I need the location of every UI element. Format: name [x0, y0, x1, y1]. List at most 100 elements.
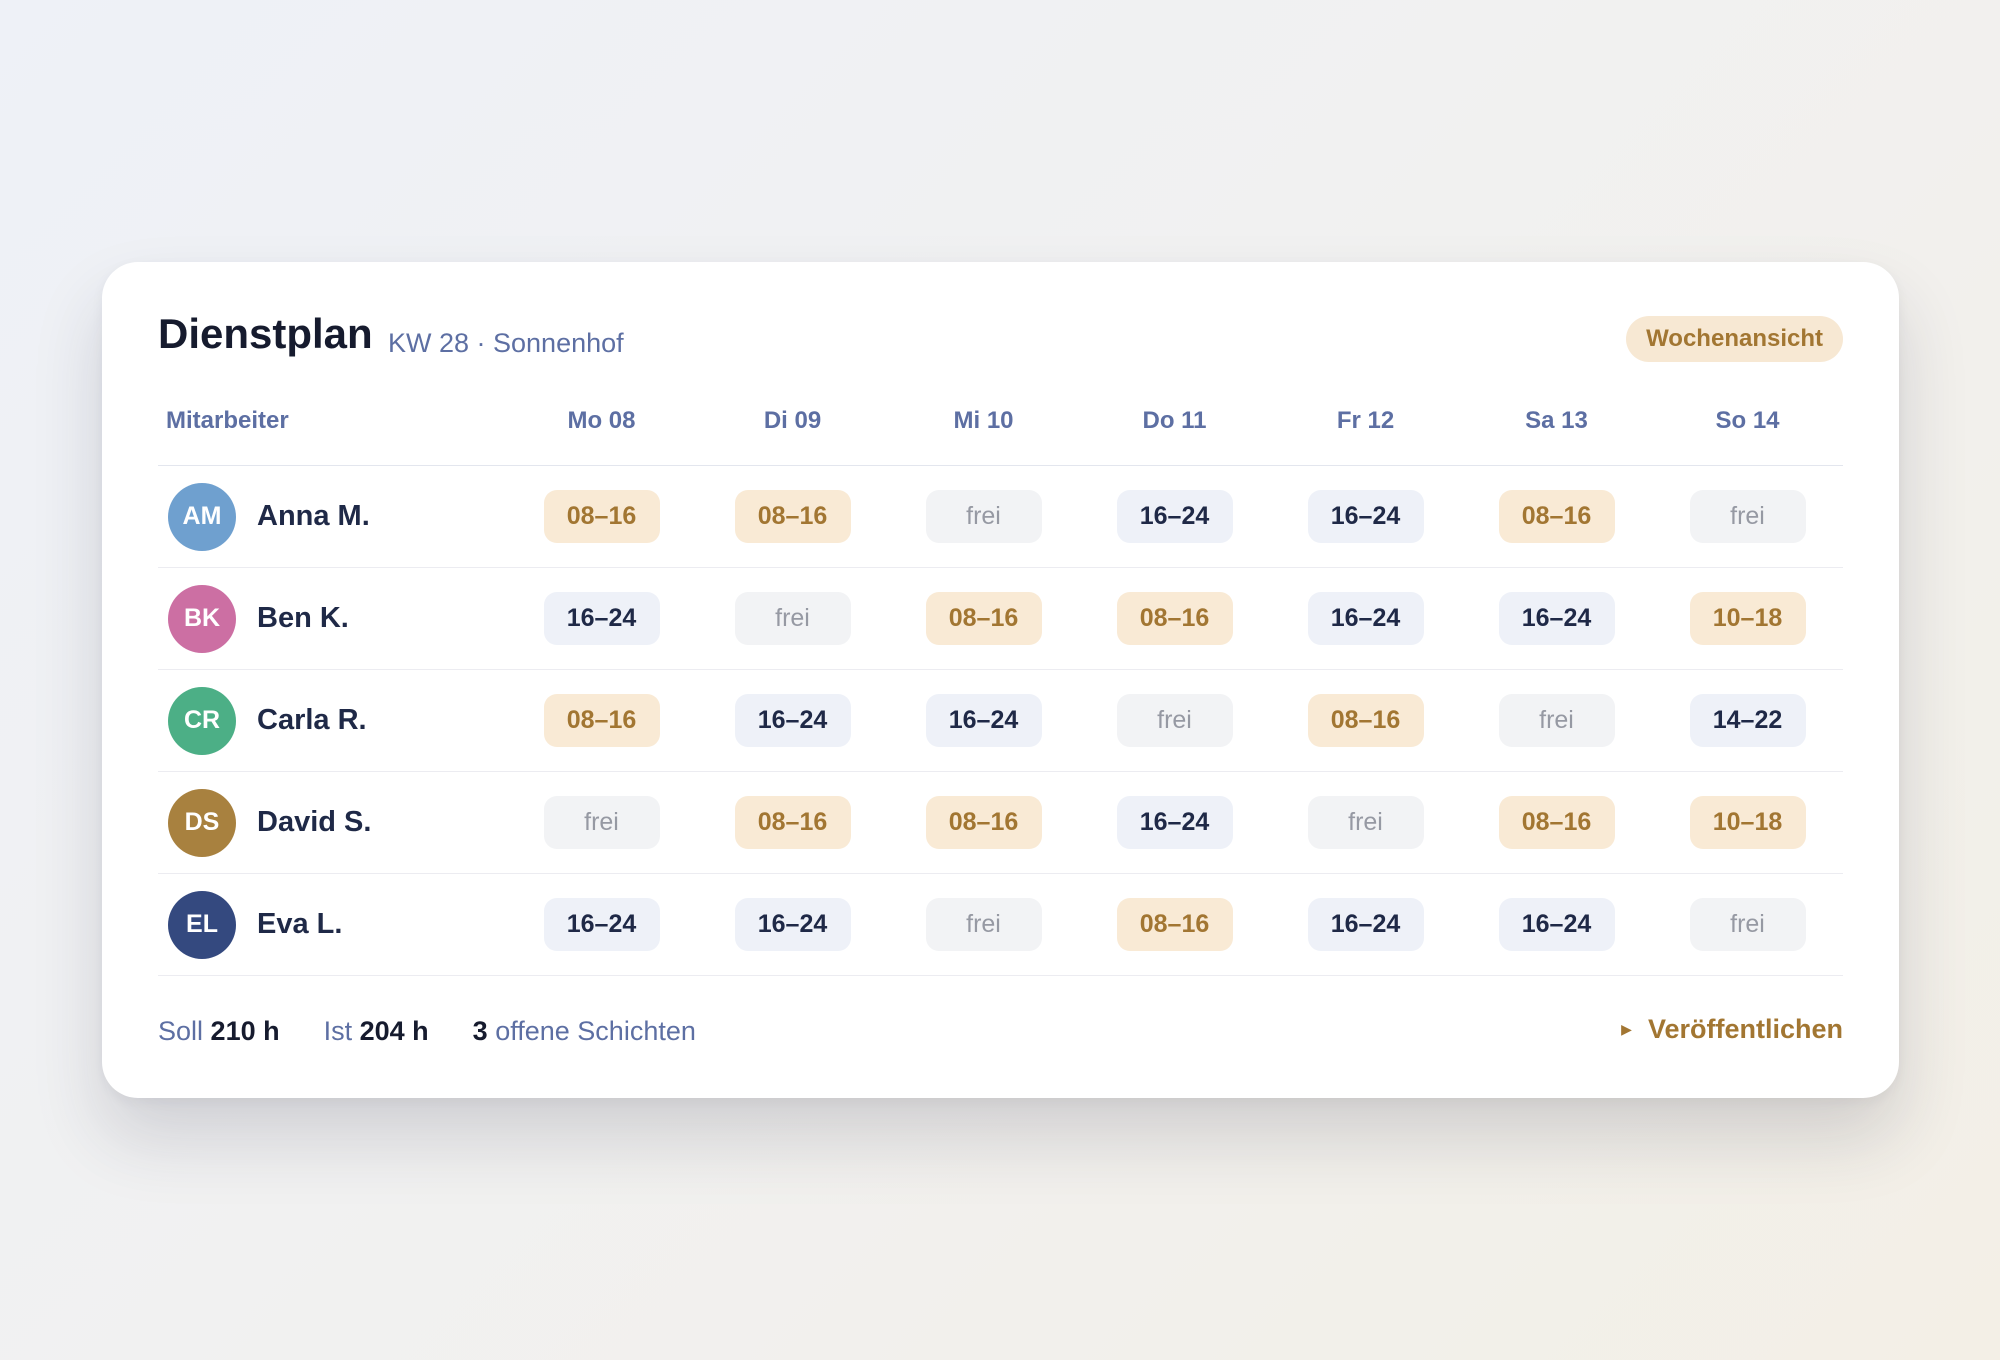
day-header: Sa 13	[1461, 407, 1652, 466]
shift-cell: 16–24	[1461, 567, 1652, 670]
shift-cell: 08–16	[1079, 873, 1270, 976]
shift-cell: 16–24	[888, 669, 1079, 772]
shift-chip[interactable]: 14–22	[1689, 694, 1806, 747]
employee: CR Carla R.	[158, 686, 506, 755]
shift-cell: 08–16	[506, 465, 697, 568]
shift-chip[interactable]: frei	[1307, 796, 1424, 849]
shift-cell: 08–16	[1079, 567, 1270, 670]
shift-chip[interactable]: 16–24	[1116, 490, 1233, 543]
shift-chip[interactable]: frei	[1116, 694, 1233, 747]
shift-chip[interactable]: 08–16	[543, 490, 660, 543]
avatar: BK	[168, 584, 236, 653]
shift-cell: 08–16	[1270, 669, 1461, 772]
shift-chip[interactable]: 16–24	[1116, 796, 1233, 849]
shift-cell: 10–18	[1652, 771, 1843, 874]
shift-chip[interactable]: 16–24	[543, 898, 660, 951]
shift-chip[interactable]: 08–16	[1116, 898, 1233, 951]
employee: BK Ben K.	[158, 584, 506, 653]
actual-hours-value: 204 h	[359, 1016, 429, 1046]
day-header: Mi 10	[888, 407, 1079, 466]
open-shifts-count: 3	[472, 1016, 488, 1046]
shift-chip[interactable]: 08–16	[1498, 796, 1615, 849]
avatar: AM	[168, 482, 236, 551]
shift-chip[interactable]: frei	[1689, 490, 1806, 543]
shift-cell: frei	[888, 465, 1079, 568]
shift-chip[interactable]: 10–18	[1689, 592, 1806, 645]
employee-cell: BK Ben K.	[158, 567, 506, 670]
shift-cell: frei	[1079, 669, 1270, 772]
employee-cell: CR Carla R.	[158, 669, 506, 772]
shift-chip[interactable]: 08–16	[543, 694, 660, 747]
avatar: EL	[168, 890, 236, 959]
employee-cell: EL Eva L.	[158, 873, 506, 976]
open-shifts: 3 offene Schichten	[473, 1016, 696, 1047]
day-header: So 14	[1652, 407, 1843, 466]
week-view-button[interactable]: Wochenansicht	[1626, 316, 1843, 362]
publish-label: Veröffentlichen	[1647, 1014, 1843, 1044]
schedule-rows: AM Anna M. 08–16 08–16 frei 16–24 16–24 08–16 fr…	[158, 465, 1843, 976]
shift-cell: frei	[1270, 771, 1461, 874]
open-shifts-label: offene Schichten	[495, 1016, 696, 1046]
page-title: Dienstplan	[158, 310, 373, 357]
shift-chip[interactable]: 08–16	[1498, 490, 1615, 543]
employee-column-header: Mitarbeiter	[158, 407, 506, 466]
table-row: CR Carla R. 08–16 16–24 16–24 frei 08–16 frei 14…	[158, 669, 1843, 772]
shift-cell: 08–16	[697, 465, 888, 568]
shift-cell: 16–24	[1270, 465, 1461, 568]
shift-chip[interactable]: frei	[925, 490, 1042, 543]
shift-chip[interactable]: 08–16	[925, 592, 1042, 645]
shift-chip[interactable]: frei	[734, 592, 851, 645]
actual-hours-label: Ist	[323, 1016, 353, 1046]
shift-chip[interactable]: 16–24	[1498, 592, 1615, 645]
shift-chip[interactable]: 16–24	[1307, 490, 1424, 543]
shift-chip[interactable]: frei	[543, 796, 660, 849]
shift-cell: frei	[1652, 465, 1843, 568]
employee-name: David S.	[257, 806, 372, 838]
shift-chip[interactable]: 08–16	[1116, 592, 1233, 645]
play-triangle-icon: ▶	[1621, 1021, 1632, 1037]
shift-chip[interactable]: 16–24	[925, 694, 1042, 747]
publish-button[interactable]: ▶ Veröffentlichen	[1621, 1014, 1843, 1045]
shift-chip[interactable]: 08–16	[734, 796, 851, 849]
table-row: AM Anna M. 08–16 08–16 frei 16–24 16–24 08–16 fr…	[158, 465, 1843, 568]
shift-chip[interactable]: 16–24	[734, 898, 851, 951]
page-subtitle: KW 28 · Sonnenhof	[388, 328, 624, 358]
employee: EL Eva L.	[158, 890, 506, 959]
target-hours-label: Soll	[158, 1016, 204, 1046]
shift-cell: 08–16	[506, 669, 697, 772]
shift-chip[interactable]: 16–24	[1307, 898, 1424, 951]
avatar: CR	[168, 686, 236, 755]
employee: AM Anna M.	[158, 482, 506, 551]
hours-summary: Soll 210 h Ist 204 h 3 offene Schichten	[158, 1016, 740, 1047]
shift-cell: 14–22	[1652, 669, 1843, 772]
shift-chip[interactable]: frei	[925, 898, 1042, 951]
shift-chip[interactable]: 08–16	[734, 490, 851, 543]
card-footer: Soll 210 h Ist 204 h 3 offene Schichten …	[158, 976, 1843, 1086]
shift-chip[interactable]: frei	[1498, 694, 1615, 747]
shift-chip[interactable]: 08–16	[925, 796, 1042, 849]
shift-cell: 08–16	[1461, 771, 1652, 874]
shift-chip[interactable]: frei	[1689, 898, 1806, 951]
shift-chip[interactable]: 16–24	[734, 694, 851, 747]
shift-cell: 16–24	[697, 873, 888, 976]
shift-cell: 08–16	[888, 771, 1079, 874]
table-header-row: Mitarbeiter Mo 08 Di 09 Mi 10 Do 11 Fr 1…	[158, 407, 1843, 466]
schedule-table: Mitarbeiter Mo 08 Di 09 Mi 10 Do 11 Fr 1…	[158, 407, 1843, 976]
actual-hours: Ist 204 h	[324, 1016, 429, 1047]
shift-cell: 16–24	[697, 669, 888, 772]
day-header: Di 09	[697, 407, 888, 466]
shift-chip[interactable]: 16–24	[1307, 592, 1424, 645]
day-header: Do 11	[1079, 407, 1270, 466]
target-hours: Soll 210 h	[158, 1016, 280, 1047]
employee: DS David S.	[158, 788, 506, 857]
shift-chip[interactable]: 10–18	[1689, 796, 1806, 849]
shift-cell: 16–24	[506, 567, 697, 670]
shift-chip[interactable]: 16–24	[1498, 898, 1615, 951]
shift-cell: frei	[888, 873, 1079, 976]
shift-chip[interactable]: 16–24	[543, 592, 660, 645]
shift-cell: 16–24	[1270, 567, 1461, 670]
table-row: EL Eva L. 16–24 16–24 frei 08–16 16–24 16–24 fre…	[158, 873, 1843, 976]
shift-chip[interactable]: 08–16	[1307, 694, 1424, 747]
employee-name: Ben K.	[257, 602, 349, 634]
employee-name: Eva L.	[257, 908, 343, 940]
